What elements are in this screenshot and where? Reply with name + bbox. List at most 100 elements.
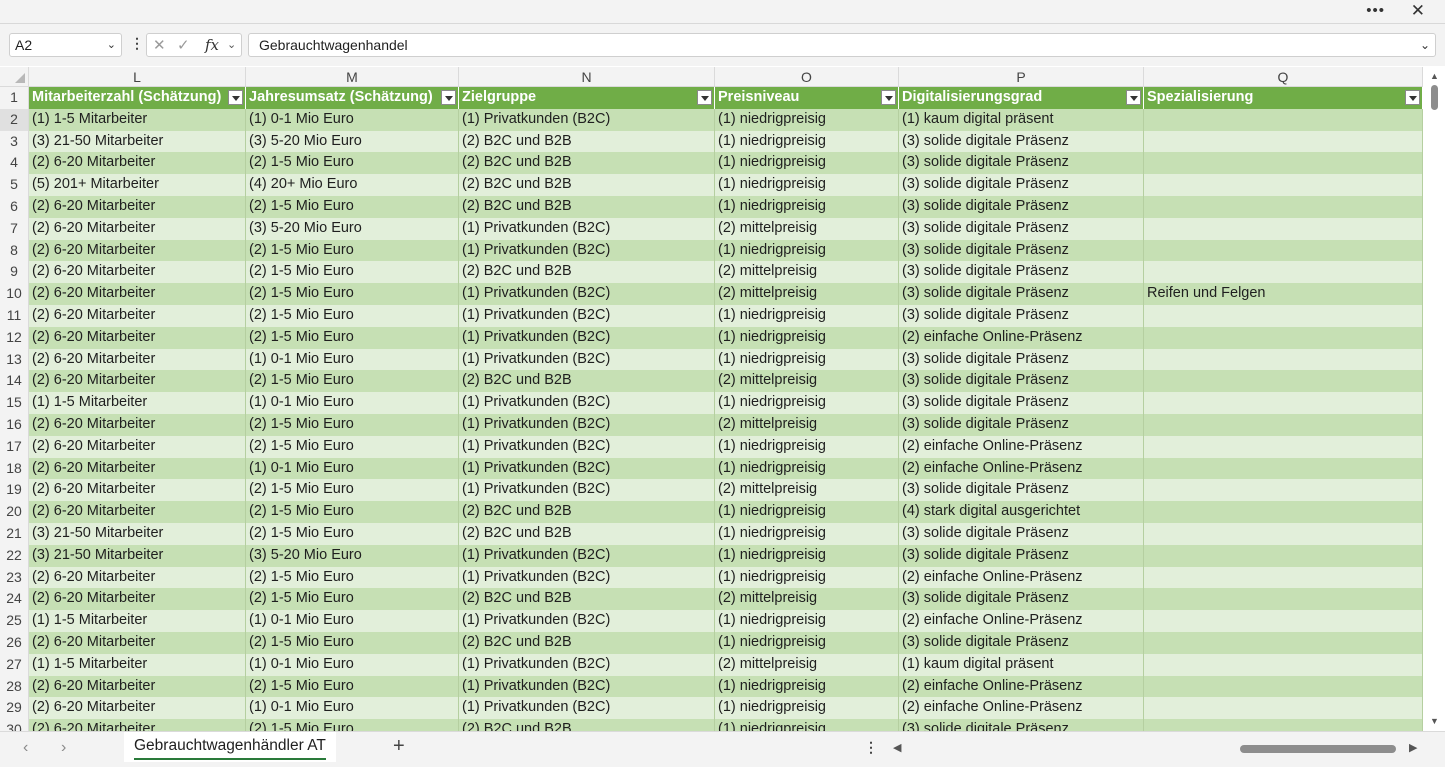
table-cell[interactable]: (2) 6-20 Mitarbeiter bbox=[29, 283, 246, 305]
table-cell[interactable] bbox=[1144, 610, 1423, 632]
table-cell[interactable]: (4) 20+ Mio Euro bbox=[246, 174, 459, 196]
table-cell[interactable]: (2) 1-5 Mio Euro bbox=[246, 588, 459, 611]
table-cell[interactable]: (3) solide digitale Präsenz bbox=[899, 217, 1144, 240]
row-header[interactable]: 14 bbox=[0, 370, 29, 393]
filter-dropdown-icon[interactable] bbox=[881, 90, 896, 105]
table-cell[interactable] bbox=[1144, 261, 1423, 284]
row-header[interactable]: 4 bbox=[0, 152, 29, 175]
table-cell[interactable]: (3) 21-50 Mitarbeiter bbox=[29, 522, 246, 545]
table-cell[interactable] bbox=[1144, 522, 1423, 545]
table-cell[interactable]: (3) solide digitale Präsenz bbox=[899, 413, 1144, 436]
table-cell[interactable] bbox=[1144, 479, 1423, 502]
row-header[interactable]: 16 bbox=[0, 413, 29, 436]
table-cell[interactable]: (2) B2C und B2B bbox=[459, 261, 715, 284]
table-cell[interactable]: (2) einfache Online-Präsenz bbox=[899, 457, 1144, 480]
table-cell[interactable]: (2) 6-20 Mitarbeiter bbox=[29, 326, 246, 349]
table-cell[interactable] bbox=[1144, 348, 1423, 371]
row-header[interactable]: 7 bbox=[0, 217, 29, 240]
table-cell[interactable]: (2) B2C und B2B bbox=[459, 152, 715, 175]
table-cell[interactable]: (1) niedrigpreisig bbox=[715, 566, 899, 589]
table-cell[interactable]: (1) Privatkunden (B2C) bbox=[459, 413, 715, 436]
table-cell[interactable]: (2) 6-20 Mitarbeiter bbox=[29, 479, 246, 502]
table-cell[interactable]: (2) 1-5 Mio Euro bbox=[246, 479, 459, 502]
table-cell[interactable]: (1) kaum digital präsent bbox=[899, 108, 1144, 131]
table-cell[interactable]: (1) Privatkunden (B2C) bbox=[459, 435, 715, 458]
row-header[interactable]: 6 bbox=[0, 195, 29, 218]
row-header[interactable]: 8 bbox=[0, 239, 29, 262]
table-cell[interactable]: (2) B2C und B2B bbox=[459, 631, 715, 654]
vertical-scroll-thumb[interactable] bbox=[1431, 85, 1438, 110]
table-header-cell[interactable]: Mitarbeiterzahl (Schätzung) bbox=[29, 87, 246, 109]
table-cell[interactable]: (1) Privatkunden (B2C) bbox=[459, 566, 715, 589]
row-header[interactable]: 30 bbox=[0, 719, 29, 731]
table-cell[interactable]: (1) niedrigpreisig bbox=[715, 631, 899, 654]
table-cell[interactable]: (2) 6-20 Mitarbeiter bbox=[29, 675, 246, 698]
table-cell[interactable]: (2) mittelpreisig bbox=[715, 283, 899, 305]
table-cell[interactable]: (2) 6-20 Mitarbeiter bbox=[29, 457, 246, 480]
table-cell[interactable]: (1) niedrigpreisig bbox=[715, 130, 899, 153]
table-cell[interactable]: (1) Privatkunden (B2C) bbox=[459, 326, 715, 349]
row-header[interactable]: 18 bbox=[0, 457, 29, 480]
row-header[interactable]: 3 bbox=[0, 130, 29, 153]
table-cell[interactable]: (1) Privatkunden (B2C) bbox=[459, 239, 715, 262]
table-cell[interactable]: (2) 1-5 Mio Euro bbox=[246, 195, 459, 218]
table-cell[interactable]: (3) solide digitale Präsenz bbox=[899, 304, 1144, 327]
table-cell[interactable]: (2) mittelpreisig bbox=[715, 370, 899, 393]
row-header[interactable]: 1 bbox=[0, 87, 29, 109]
horizontal-scroll-thumb[interactable] bbox=[1240, 745, 1396, 753]
table-cell[interactable]: (1) niedrigpreisig bbox=[715, 457, 899, 480]
table-cell[interactable]: (1) Privatkunden (B2C) bbox=[459, 217, 715, 240]
table-header-cell[interactable]: Jahresumsatz (Schätzung) bbox=[246, 87, 459, 109]
table-cell[interactable] bbox=[1144, 675, 1423, 698]
table-cell[interactable]: (1) kaum digital präsent bbox=[899, 653, 1144, 676]
prev-sheet-icon[interactable]: ‹ bbox=[23, 739, 28, 757]
table-cell[interactable]: (3) solide digitale Präsenz bbox=[899, 174, 1144, 196]
table-cell[interactable]: (2) einfache Online-Präsenz bbox=[899, 610, 1144, 632]
table-cell[interactable]: (2) 6-20 Mitarbeiter bbox=[29, 501, 246, 523]
table-cell[interactable]: (2) 1-5 Mio Euro bbox=[246, 326, 459, 349]
table-cell[interactable]: (2) B2C und B2B bbox=[459, 174, 715, 196]
filter-dropdown-icon[interactable] bbox=[697, 90, 712, 105]
table-cell[interactable]: (2) 1-5 Mio Euro bbox=[246, 239, 459, 262]
table-cell[interactable]: (2) mittelpreisig bbox=[715, 479, 899, 502]
table-cell[interactable]: (2) 6-20 Mitarbeiter bbox=[29, 152, 246, 175]
table-cell[interactable]: (1) niedrigpreisig bbox=[715, 239, 899, 262]
table-cell[interactable]: (3) solide digitale Präsenz bbox=[899, 152, 1144, 175]
table-cell[interactable]: (3) 5-20 Mio Euro bbox=[246, 130, 459, 153]
table-cell[interactable]: (3) solide digitale Präsenz bbox=[899, 588, 1144, 611]
table-cell[interactable]: (1) niedrigpreisig bbox=[715, 326, 899, 349]
table-cell[interactable] bbox=[1144, 588, 1423, 611]
table-cell[interactable]: (2) 6-20 Mitarbeiter bbox=[29, 239, 246, 262]
table-cell[interactable]: (2) mittelpreisig bbox=[715, 653, 899, 676]
row-header[interactable]: 10 bbox=[0, 283, 29, 305]
table-cell[interactable]: (1) 0-1 Mio Euro bbox=[246, 697, 459, 720]
scroll-left-icon[interactable]: ◀ bbox=[893, 741, 901, 754]
table-cell[interactable]: (1) niedrigpreisig bbox=[715, 108, 899, 131]
vertical-scrollbar[interactable]: ▲ ▼ bbox=[1425, 67, 1445, 731]
table-cell[interactable]: (1) Privatkunden (B2C) bbox=[459, 304, 715, 327]
table-cell[interactable]: (2) 6-20 Mitarbeiter bbox=[29, 413, 246, 436]
table-cell[interactable] bbox=[1144, 130, 1423, 153]
table-cell[interactable]: (2) 6-20 Mitarbeiter bbox=[29, 435, 246, 458]
table-cell[interactable]: (3) 5-20 Mio Euro bbox=[246, 544, 459, 567]
table-cell[interactable] bbox=[1144, 457, 1423, 480]
table-cell[interactable]: (1) 0-1 Mio Euro bbox=[246, 392, 459, 414]
table-cell[interactable]: (3) solide digitale Präsenz bbox=[899, 392, 1144, 414]
check-icon[interactable]: ✓ bbox=[177, 36, 190, 54]
table-cell[interactable]: (2) 1-5 Mio Euro bbox=[246, 522, 459, 545]
row-header[interactable]: 11 bbox=[0, 304, 29, 327]
table-cell[interactable]: (1) niedrigpreisig bbox=[715, 348, 899, 371]
row-header[interactable]: 17 bbox=[0, 435, 29, 458]
table-header-cell[interactable]: Spezialisierung bbox=[1144, 87, 1423, 109]
table-cell[interactable]: (2) mittelpreisig bbox=[715, 261, 899, 284]
table-cell[interactable]: (2) einfache Online-Präsenz bbox=[899, 326, 1144, 349]
table-cell[interactable]: (2) 6-20 Mitarbeiter bbox=[29, 566, 246, 589]
column-header-l[interactable]: L bbox=[29, 67, 246, 87]
table-cell[interactable]: (3) solide digitale Präsenz bbox=[899, 631, 1144, 654]
table-cell[interactable]: (2) 1-5 Mio Euro bbox=[246, 675, 459, 698]
formula-options-icon[interactable]: ⋮ bbox=[130, 35, 144, 52]
table-cell[interactable]: (3) solide digitale Präsenz bbox=[899, 239, 1144, 262]
table-cell[interactable]: (2) mittelpreisig bbox=[715, 217, 899, 240]
table-cell[interactable] bbox=[1144, 195, 1423, 218]
column-header-q[interactable]: Q bbox=[1144, 67, 1423, 87]
